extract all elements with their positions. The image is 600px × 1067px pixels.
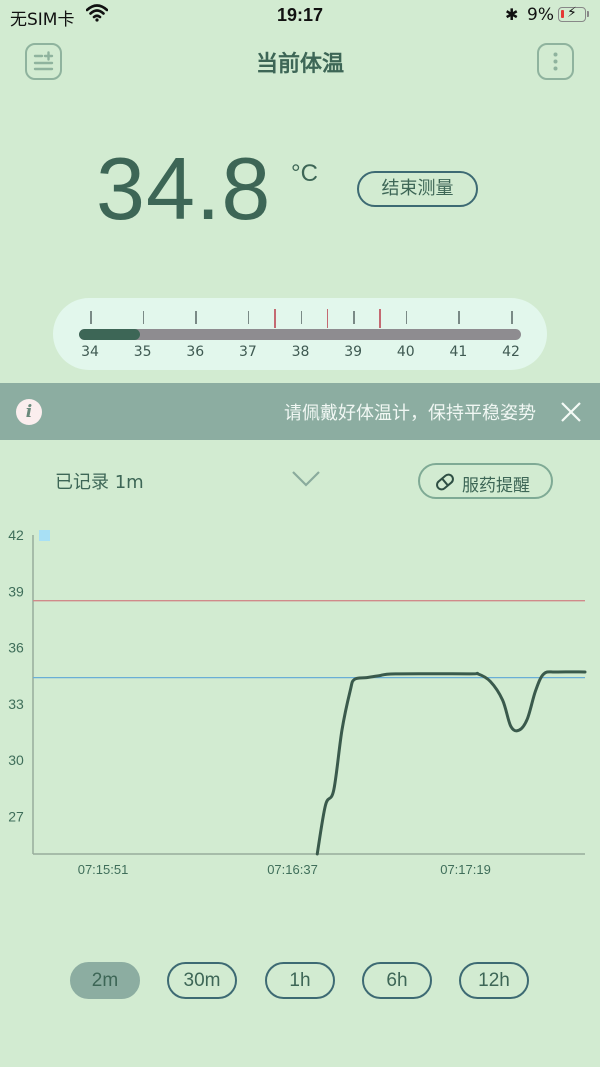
temperature-unit: °C: [291, 160, 318, 187]
gauge-label: 36: [186, 344, 205, 360]
y-tick-label: 30: [8, 752, 24, 768]
gauge-label: 39: [344, 344, 363, 360]
range-button-12h[interactable]: 12h: [459, 962, 529, 999]
range-button-1h[interactable]: 1h: [265, 962, 335, 999]
gauge-tick: [142, 311, 145, 324]
temperature-chart: 42 39 36 33 30 27 07:15:51 07:16:37 07:17:19: [8, 527, 587, 877]
recorded-duration: 已记录 1m: [55, 472, 144, 493]
gauge-label: 37: [238, 344, 257, 360]
gauge-tick: [195, 311, 197, 324]
gauge-tick: [353, 311, 355, 324]
close-banner-button[interactable]: [560, 395, 582, 430]
gauge-tick: [300, 311, 302, 324]
range-button-6h[interactable]: 6h: [362, 962, 432, 999]
medication-reminder-label: 服药提醒: [462, 476, 530, 496]
gauge-label: 38: [291, 344, 310, 360]
banner-message: 请佩戴好体温计，保持平稳姿势: [284, 403, 536, 424]
gauge-tick: [458, 311, 460, 324]
chevron-down-icon: [292, 471, 320, 487]
y-tick-label: 42: [8, 527, 24, 543]
pill-icon: [436, 473, 454, 491]
notice-banner: i 请佩戴好体温计，保持平稳姿势: [0, 383, 600, 440]
stop-measurement-button[interactable]: 结束测量: [357, 171, 478, 207]
gauge-tick: [247, 311, 250, 324]
battery-tip: [587, 11, 589, 17]
gauge-label: 42: [502, 344, 520, 360]
temperature-gauge: 34 35 36 37 38 39 40 41 42: [53, 298, 547, 370]
gauge-label: 35: [133, 344, 152, 360]
range-button-30m[interactable]: 30m: [167, 962, 237, 999]
y-tick-label: 33: [8, 696, 24, 712]
gauge-fill: [79, 329, 141, 340]
page-title: 当前体温: [255, 52, 344, 77]
y-tick-label: 36: [8, 640, 24, 656]
gauge-alert-mark: [379, 309, 381, 328]
status-bar: 无SIM卡 19:17 ✱ 9% ⚡: [0, 0, 600, 30]
temperature-value: 34.8: [96, 139, 272, 238]
info-icon: i: [16, 399, 42, 425]
medication-reminder-button[interactable]: 服药提醒: [418, 463, 553, 499]
gauge-alert-mark: [274, 309, 276, 328]
battery-charging-icon: ⚡: [558, 5, 586, 22]
more-button[interactable]: [537, 43, 574, 80]
close-icon: [561, 402, 581, 422]
gauge-track: [79, 329, 521, 340]
x-tick-label: 07:17:19: [440, 862, 491, 877]
bluetooth-icon: ✱: [505, 5, 519, 24]
gauge-tick: [405, 311, 408, 324]
more-vertical-icon: [553, 52, 558, 71]
y-tick-label: 39: [8, 583, 24, 599]
gauge-tick: [511, 311, 513, 324]
gauge-label: 40: [396, 344, 415, 360]
x-tick-label: 07:16:37: [267, 862, 318, 877]
temperature-series-line: [315, 670, 587, 856]
legend-marker: [39, 530, 50, 541]
gauge-alert-mark: [326, 309, 329, 328]
gauge-label: 41: [449, 344, 468, 360]
range-button-2m[interactable]: 2m: [70, 962, 140, 999]
battery-percent: 9%: [527, 5, 554, 25]
y-tick-label: 27: [8, 808, 24, 824]
gauge-label: 34: [81, 344, 99, 360]
x-tick-label: 07:15:51: [78, 862, 129, 877]
expand-button[interactable]: [291, 468, 321, 494]
gauge-tick: [90, 311, 92, 324]
